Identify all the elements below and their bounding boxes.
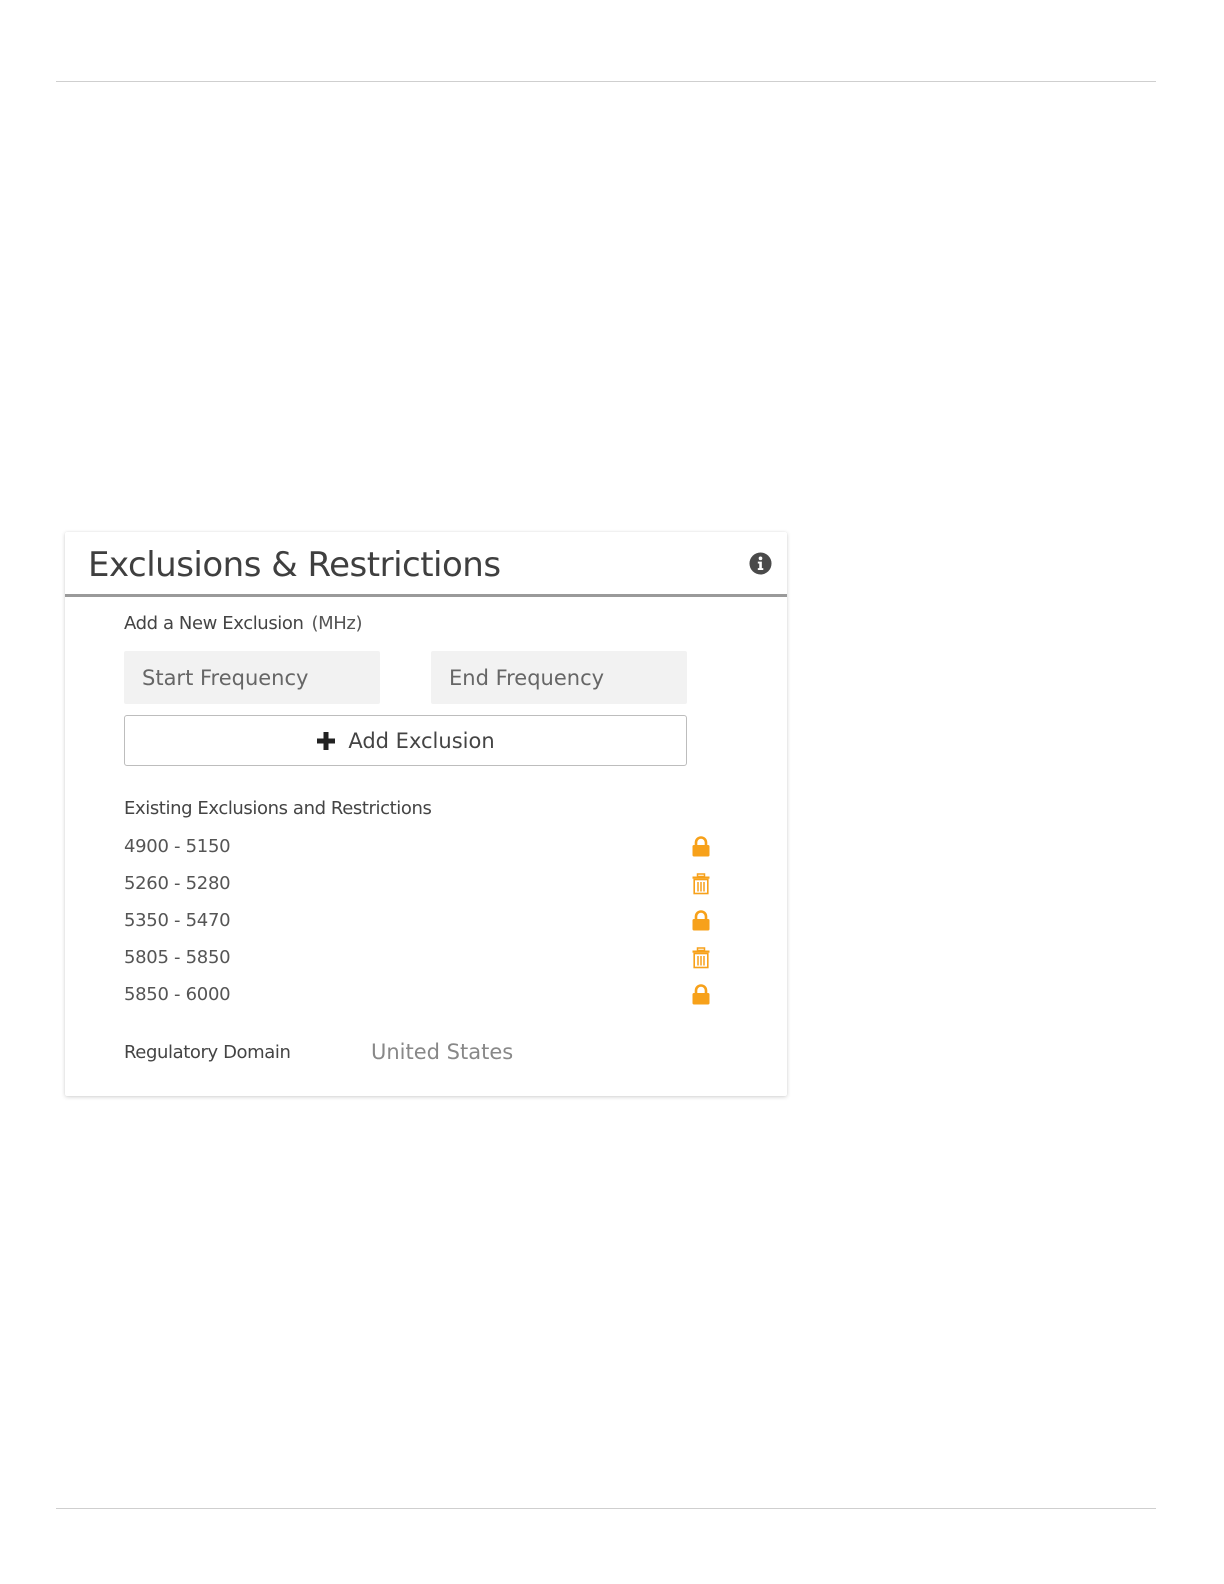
- exclusions-panel: Exclusions & Restrictions Add a New Excl…: [65, 532, 787, 1096]
- existing-exclusions-label: Existing Exclusions and Restrictions: [124, 798, 432, 819]
- exclusion-range: 5350 - 5470: [124, 910, 231, 931]
- exclusion-range: 5850 - 6000: [124, 984, 231, 1005]
- page-bottom-rule: [56, 1508, 1156, 1509]
- lock-icon: [692, 910, 710, 931]
- panel-title: Exclusions & Restrictions: [88, 545, 501, 585]
- exclusion-range: 5260 - 5280: [124, 873, 231, 894]
- exclusion-range: 5805 - 5850: [124, 947, 231, 968]
- add-exclusion-button[interactable]: Add Exclusion: [124, 715, 687, 766]
- add-exclusion-label-text: Add a New Exclusion: [124, 613, 304, 634]
- lock-icon: [692, 836, 710, 857]
- trash-icon[interactable]: [691, 873, 711, 895]
- panel-header: Exclusions & Restrictions: [65, 532, 787, 597]
- add-exclusion-label: Add a New Exclusion (MHz): [124, 613, 362, 634]
- page-top-rule: [56, 81, 1156, 82]
- list-item: 5850 - 6000: [124, 982, 724, 1012]
- end-frequency-input[interactable]: [431, 651, 687, 704]
- info-icon[interactable]: [749, 552, 772, 575]
- unit-label: (MHz): [311, 613, 363, 634]
- add-exclusion-button-label: Add Exclusion: [348, 728, 495, 753]
- exclusion-range: 4900 - 5150: [124, 836, 231, 857]
- list-item: 4900 - 5150: [124, 834, 724, 864]
- list-item: 5350 - 5470: [124, 908, 724, 938]
- list-item: 5805 - 5850: [124, 945, 724, 975]
- start-frequency-input[interactable]: [124, 651, 380, 704]
- regulatory-domain-label: Regulatory Domain: [124, 1042, 291, 1063]
- plus-icon: [317, 731, 336, 750]
- trash-icon[interactable]: [691, 947, 711, 969]
- list-item: 5260 - 5280: [124, 871, 724, 901]
- lock-icon: [692, 984, 710, 1005]
- regulatory-domain-value: United States: [371, 1040, 514, 1064]
